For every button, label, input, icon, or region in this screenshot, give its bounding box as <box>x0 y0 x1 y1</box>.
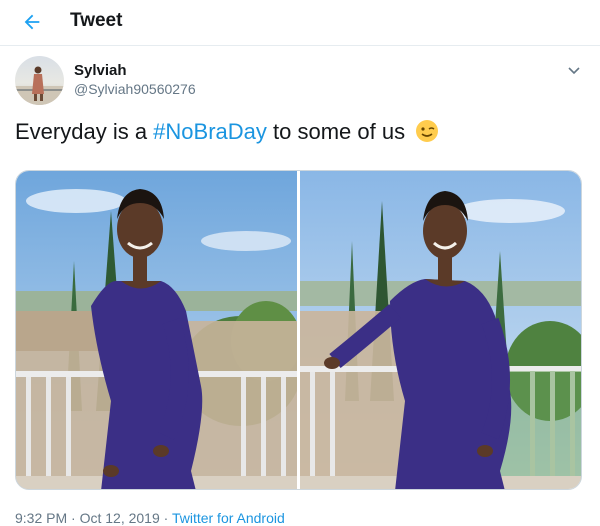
back-button[interactable] <box>18 8 46 36</box>
page-title: Tweet <box>70 10 123 31</box>
hashtag-link[interactable]: #NoBraDay <box>153 119 267 144</box>
tweet-text: Everyday is a #NoBraDay to some of us <box>15 117 439 151</box>
tweet-text-end: to some of us <box>266 119 406 144</box>
tweet-text-start: Everyday is a <box>15 119 154 144</box>
tweet-source-link[interactable]: Twitter for Android <box>172 510 285 526</box>
tweet-menu-button[interactable] <box>564 60 584 80</box>
chevron-down-icon <box>568 67 580 75</box>
arrow-left-icon <box>24 14 40 30</box>
tweet-meta: 9:32 PM · Oct 12, 2019 · Twitter for And… <box>15 510 285 526</box>
photo-1[interactable] <box>16 171 297 489</box>
photo-gallery <box>15 170 582 490</box>
author-name[interactable]: Sylviah <box>74 62 127 79</box>
author-handle[interactable]: @Sylviah90560276 <box>74 81 196 97</box>
winking-face-icon <box>415 119 439 151</box>
avatar[interactable] <box>15 56 64 105</box>
tweet-timestamp[interactable]: 9:32 PM · Oct 12, 2019 · <box>15 510 172 526</box>
header-bar: Tweet <box>0 0 600 46</box>
photo-2[interactable] <box>300 171 581 489</box>
